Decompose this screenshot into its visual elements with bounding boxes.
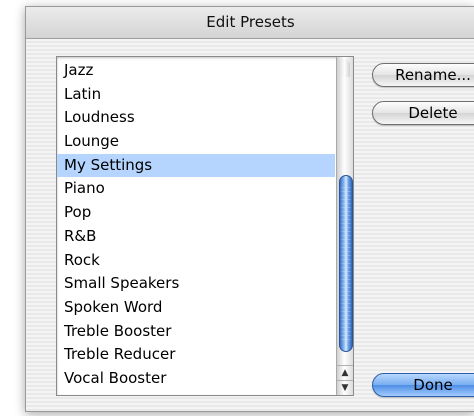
delete-button[interactable]: Delete [372,101,474,125]
list-item-selected[interactable]: My Settings [57,153,335,178]
list-item[interactable]: Treble Reducer [57,343,335,367]
presets-list-items: Jazz Latin Loudness Lounge My Settings P… [57,59,335,391]
list-item[interactable]: Rock [57,249,335,273]
rename-button[interactable]: Rename... [372,63,474,87]
list-item[interactable]: Piano [57,177,335,201]
done-button[interactable]: Done [372,373,474,397]
list-item[interactable]: Loudness [57,106,335,130]
list-item[interactable]: Pop [57,201,335,225]
list-item[interactable]: Treble Booster [57,320,335,344]
presets-list[interactable]: Jazz Latin Loudness Lounge My Settings P… [56,56,354,396]
list-item[interactable]: Small Speakers [57,272,335,296]
list-item[interactable]: Spoken Word [57,296,335,320]
window-title: Edit Presets [26,7,474,39]
scrollbar-track-cap [339,59,350,77]
list-item[interactable]: Vocal Booster [57,367,335,391]
scroll-down-arrow-icon[interactable]: ▼ [337,380,353,395]
list-item[interactable]: R&B [57,225,335,249]
list-item[interactable]: Jazz [57,59,335,83]
vertical-scrollbar[interactable]: ▲ ▼ [336,57,353,395]
scroll-up-arrow-icon[interactable]: ▲ [337,365,353,380]
scrollbar-thumb[interactable] [339,175,353,352]
list-item[interactable]: Lounge [57,130,335,154]
edit-presets-dialog: Edit Presets Jazz Latin Loudness Lounge … [25,6,474,412]
list-item[interactable]: Latin [57,83,335,107]
